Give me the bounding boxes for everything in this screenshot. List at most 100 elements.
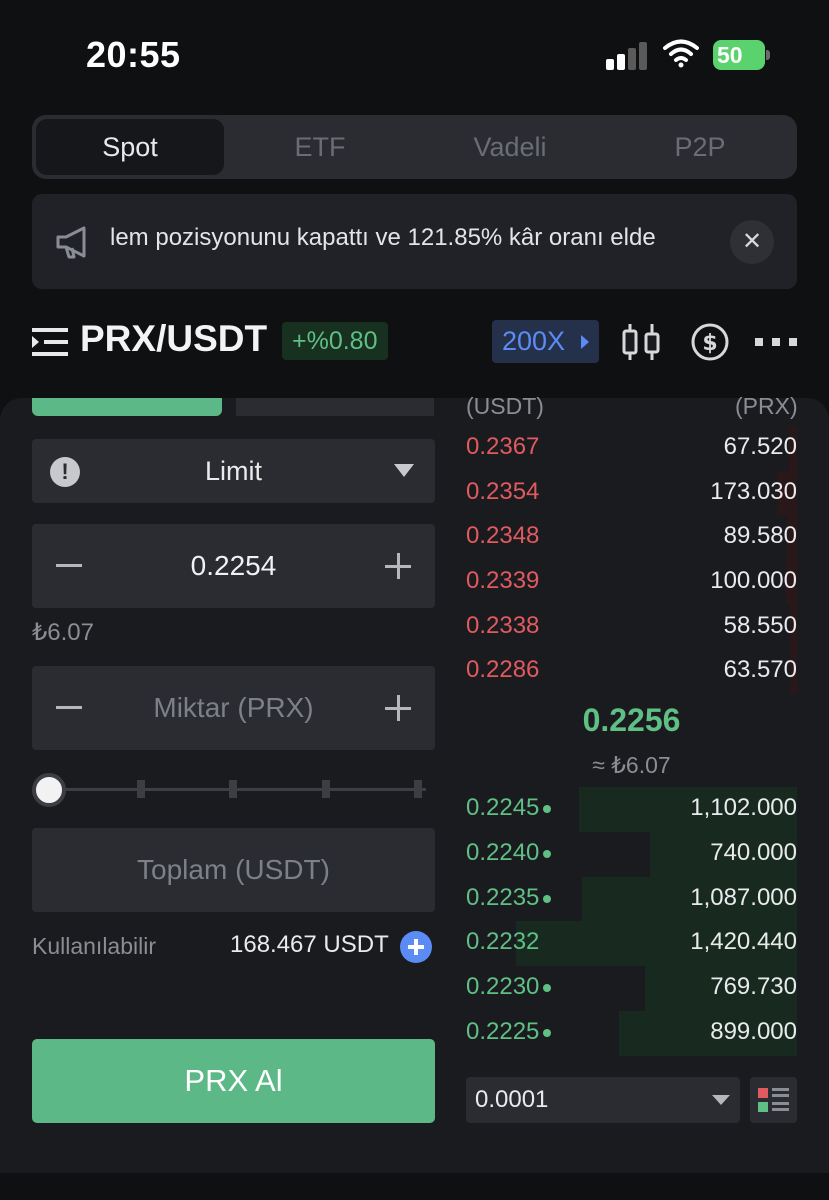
info-icon[interactable]: ! bbox=[50, 457, 80, 487]
available-balance: 168.467 USDT bbox=[230, 931, 389, 958]
orderbook-qty-header: (PRX) bbox=[735, 393, 798, 419]
bid-row[interactable]: 0.2245 1,102.000 bbox=[466, 787, 797, 832]
signal-icon bbox=[606, 40, 648, 70]
own-order-dot-icon bbox=[543, 894, 552, 903]
bid-price: 0.2240 bbox=[466, 839, 552, 867]
sell-side-tab[interactable] bbox=[236, 398, 434, 416]
slider-tick[interactable] bbox=[414, 780, 422, 798]
total-field[interactable]: Toplam (USDT) bbox=[32, 828, 435, 912]
more-icon[interactable] bbox=[755, 332, 797, 352]
bid-price: 0.2225 bbox=[466, 1018, 552, 1046]
announcement-text: lem pozisyonunu kapattı ve 121.85% kâr o… bbox=[110, 224, 656, 251]
bid-qty: 1,420.440 bbox=[690, 928, 797, 955]
ask-qty: 63.570 bbox=[723, 656, 797, 683]
tab-p2p[interactable]: P2P bbox=[606, 119, 794, 175]
own-order-dot-icon bbox=[543, 849, 552, 858]
bottom-bar bbox=[0, 1173, 829, 1200]
ask-row[interactable]: 0.2367 67.520 bbox=[466, 426, 797, 471]
ask-row[interactable]: 0.2339 100.000 bbox=[466, 560, 797, 605]
bid-price: 0.2232 bbox=[466, 928, 540, 955]
tick-size-select[interactable]: 0.0001 bbox=[466, 1077, 740, 1123]
dollar-icon[interactable]: $ bbox=[690, 322, 730, 362]
ask-qty: 173.030 bbox=[710, 478, 797, 505]
ask-row[interactable]: 0.2348 89.580 bbox=[466, 515, 797, 560]
orderbook-layout-icon[interactable] bbox=[750, 1077, 797, 1123]
tab-etf[interactable]: ETF bbox=[226, 119, 414, 175]
ask-price: 0.2286 bbox=[466, 656, 540, 683]
bid-row[interactable]: 0.2230 769.730 bbox=[466, 966, 797, 1011]
bid-row[interactable]: 0.2235 1,087.000 bbox=[466, 877, 797, 922]
bid-price: 0.2235 bbox=[466, 884, 552, 912]
minus-icon[interactable] bbox=[56, 706, 82, 709]
price-input[interactable]: 0.2254 bbox=[102, 524, 365, 608]
price-fiat-value: ₺6.07 bbox=[32, 619, 94, 646]
leverage-label: 200X bbox=[502, 326, 566, 356]
megaphone-icon bbox=[56, 226, 86, 259]
ask-row[interactable]: 0.2286 63.570 bbox=[466, 649, 797, 694]
plus-icon[interactable] bbox=[385, 695, 411, 721]
bid-row[interactable]: 0.2240 740.000 bbox=[466, 832, 797, 877]
ask-qty: 100.000 bbox=[710, 567, 797, 594]
ask-row[interactable]: 0.2354 173.030 bbox=[466, 471, 797, 516]
announcement-banner[interactable]: lem pozisyonunu kapattı ve 121.85% kâr o… bbox=[32, 194, 797, 289]
menu-icon[interactable] bbox=[32, 326, 68, 358]
caret-down-icon bbox=[712, 1095, 730, 1105]
buy-side-tab[interactable] bbox=[32, 398, 222, 416]
svg-text:$: $ bbox=[702, 331, 717, 356]
add-funds-icon[interactable] bbox=[400, 931, 432, 963]
orderbook-price-header: (USDT) bbox=[466, 393, 544, 419]
bid-row[interactable]: 0.2225 899.000 bbox=[466, 1011, 797, 1056]
battery-icon: 50 bbox=[713, 40, 771, 70]
slider-knob[interactable] bbox=[32, 773, 66, 807]
price-stepper: 0.2254 bbox=[32, 524, 435, 608]
buy-button[interactable]: PRX Al bbox=[32, 1039, 435, 1123]
bid-qty: 1,102.000 bbox=[690, 794, 797, 821]
ask-price: 0.2367 bbox=[466, 433, 540, 460]
close-icon[interactable]: ✕ bbox=[730, 220, 774, 264]
ask-price: 0.2354 bbox=[466, 478, 540, 505]
price-change-badge: +%0.80 bbox=[282, 322, 388, 360]
bid-qty: 740.000 bbox=[710, 839, 797, 866]
bid-price: 0.2245 bbox=[466, 794, 552, 822]
plus-icon[interactable] bbox=[385, 553, 411, 579]
market-tabs: Spot ETF Vadeli P2P bbox=[32, 115, 797, 179]
quantity-input[interactable]: Miktar (PRX) bbox=[102, 666, 365, 750]
bid-qty: 1,087.000 bbox=[690, 884, 797, 911]
amount-slider[interactable] bbox=[32, 772, 435, 808]
ask-price: 0.2339 bbox=[466, 567, 540, 594]
order-type-select[interactable]: Limit ! bbox=[32, 439, 435, 503]
own-order-dot-icon bbox=[543, 1028, 552, 1037]
slider-track[interactable] bbox=[50, 788, 426, 791]
tick-size-value: 0.0001 bbox=[475, 1086, 549, 1113]
status-time: 20:55 bbox=[86, 34, 181, 75]
battery-level: 50 bbox=[717, 42, 743, 68]
slider-tick[interactable] bbox=[137, 780, 145, 798]
ask-price: 0.2338 bbox=[466, 612, 540, 639]
bid-price: 0.2230 bbox=[466, 973, 552, 1001]
caret-down-icon bbox=[394, 464, 414, 477]
tab-vadeli[interactable]: Vadeli bbox=[416, 119, 604, 175]
slider-tick[interactable] bbox=[229, 780, 237, 798]
last-price: 0.2256 bbox=[582, 702, 681, 738]
candlestick-icon[interactable] bbox=[620, 322, 664, 362]
minus-icon[interactable] bbox=[56, 564, 82, 567]
slider-tick[interactable] bbox=[322, 780, 330, 798]
quantity-stepper: Miktar (PRX) bbox=[32, 666, 435, 750]
ask-qty: 58.550 bbox=[723, 612, 797, 639]
ask-qty: 89.580 bbox=[723, 522, 797, 549]
total-input[interactable]: Toplam (USDT) bbox=[32, 828, 435, 912]
order-type-label: Limit bbox=[204, 456, 262, 486]
bid-row[interactable]: 0.2232 1,420.440 bbox=[466, 921, 797, 966]
caret-right-icon bbox=[581, 335, 589, 349]
pair-symbol[interactable]: PRX/USDT bbox=[80, 318, 267, 360]
leverage-button[interactable]: 200X bbox=[492, 320, 599, 363]
available-label: Kullanılabilir bbox=[32, 933, 157, 959]
ask-row[interactable]: 0.2338 58.550 bbox=[466, 605, 797, 650]
own-order-dot-icon bbox=[543, 804, 552, 813]
own-order-dot-icon bbox=[543, 983, 552, 992]
tab-spot[interactable]: Spot bbox=[36, 119, 224, 175]
bid-qty: 769.730 bbox=[710, 973, 797, 1000]
bid-qty: 899.000 bbox=[710, 1018, 797, 1045]
last-price-fiat: ≈ ₺6.07 bbox=[592, 752, 671, 778]
ask-price: 0.2348 bbox=[466, 522, 540, 549]
